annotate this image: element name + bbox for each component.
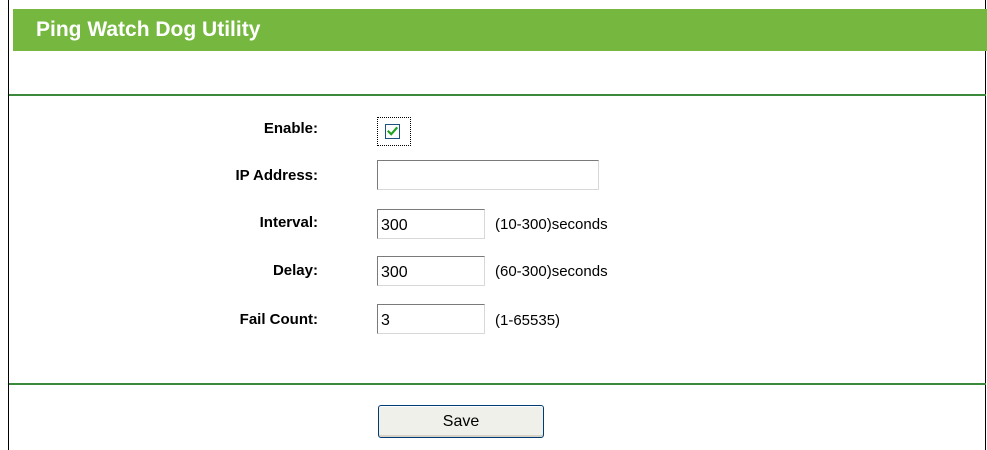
delay-input[interactable]	[377, 256, 485, 286]
fail-count-label: Fail Count:	[239, 311, 318, 328]
fail-count-hint: (1-65535)	[495, 312, 561, 329]
ip-address-label: IP Address:	[235, 167, 318, 184]
delay-hint: (60-300)seconds	[495, 263, 608, 280]
interval-input[interactable]	[377, 209, 485, 239]
title-bar: Ping Watch Dog Utility	[13, 9, 987, 51]
enable-label: Enable:	[263, 120, 318, 137]
bottom-divider	[9, 383, 986, 385]
enable-checkbox-focus-ring	[377, 117, 411, 146]
top-divider	[9, 94, 986, 96]
fail-count-input[interactable]	[377, 304, 485, 334]
save-button[interactable]: Save	[378, 405, 544, 438]
page-title: Ping Watch Dog Utility	[36, 18, 261, 41]
enable-checkbox[interactable]	[385, 124, 400, 139]
interval-label: Interval:	[259, 214, 318, 231]
ip-address-input[interactable]	[377, 160, 599, 190]
interval-hint: (10-300)seconds	[495, 216, 608, 233]
checkmark-icon	[387, 126, 398, 136]
delay-label: Delay:	[272, 262, 318, 279]
